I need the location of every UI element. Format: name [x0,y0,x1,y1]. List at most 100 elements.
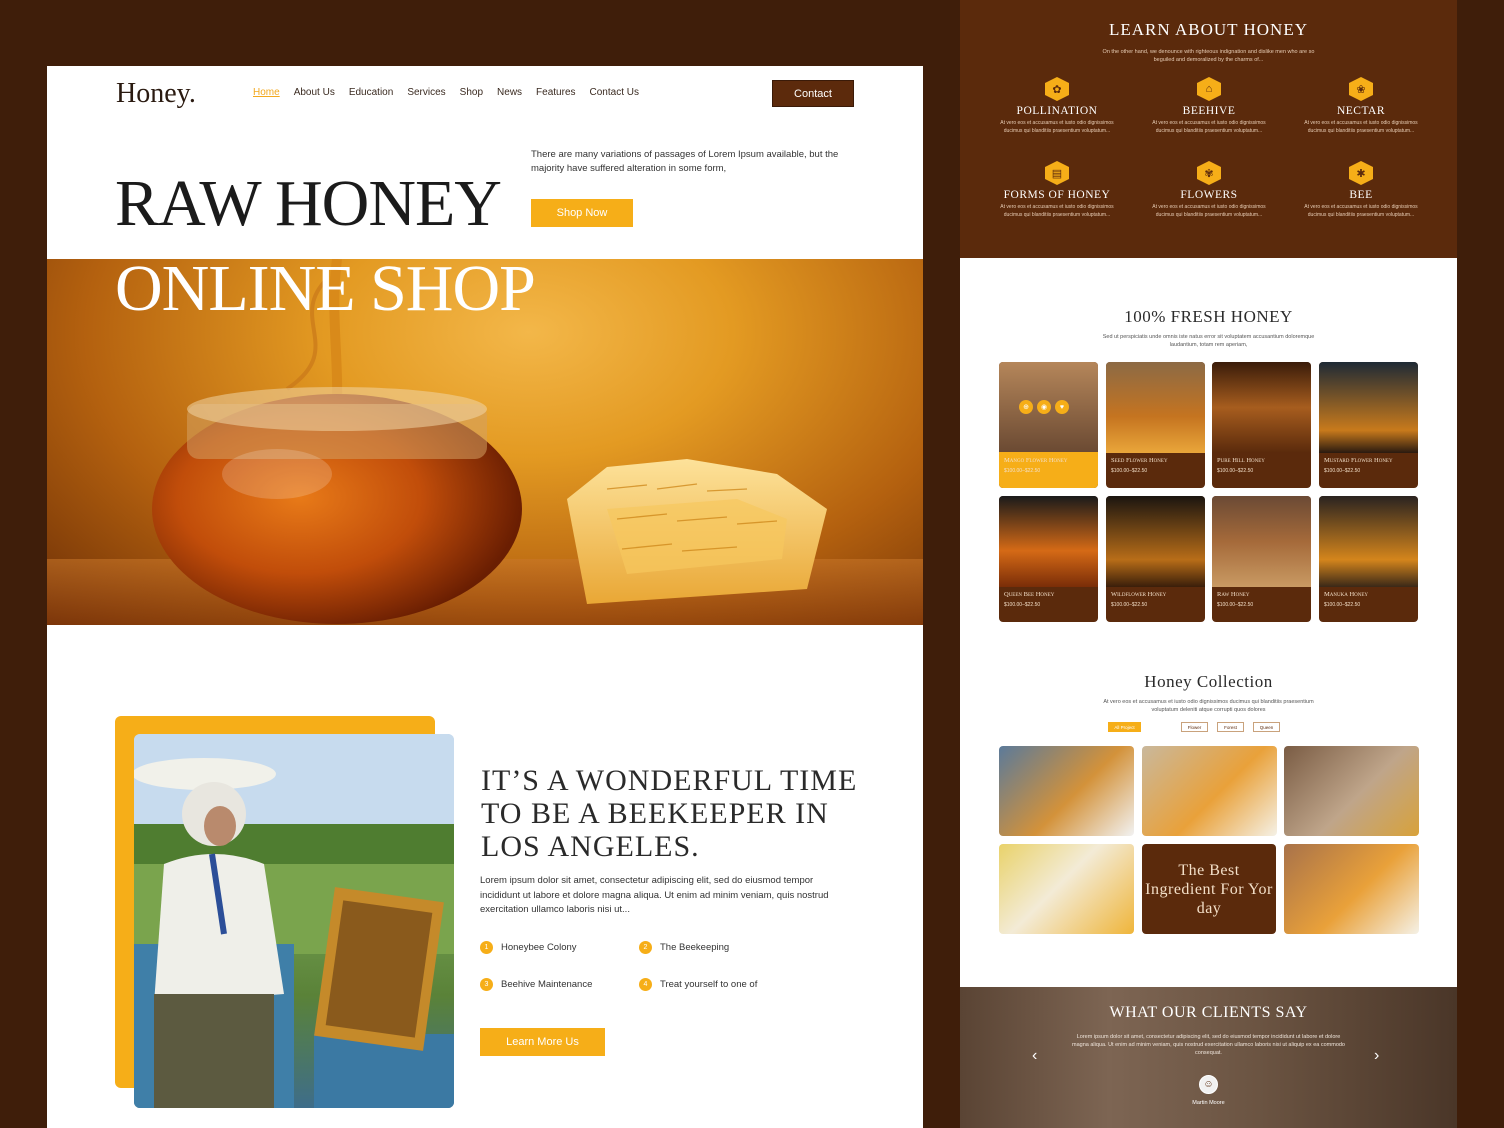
bee-icon: ✱ [1349,161,1373,185]
feature-item-3: 3 Beehive Maintenance [480,978,592,991]
topic-bee[interactable]: ✱ BEE At vero eos et accusamus et iusto … [1301,161,1421,219]
gallery-image[interactable] [1284,844,1419,934]
nav-about[interactable]: About Us [294,87,335,98]
filter-flower[interactable]: Flower [1181,722,1208,732]
collection-subtitle: At vero eos et accusamus et iusto odio d… [1103,699,1314,713]
fresh-honey-subtitle: Sed ut perspiciatis unde omnis iste natu… [1102,334,1315,348]
about-title: IT’S A WONDERFUL TIME TO BE A BEEKEEPER … [481,764,858,863]
topic-title: BEE [1349,189,1373,201]
product-image [1106,496,1205,587]
nectar-icon: ❀ [1349,77,1373,101]
product-price: $100.00–$22.50 [1324,468,1361,474]
product-name: Seed Flower Honey [1111,457,1168,464]
product-card[interactable]: Queen Bee Honey $100.00–$22.50 [999,496,1098,622]
product-image [1106,362,1205,453]
nav-home[interactable]: Home [253,87,280,98]
filter-forest[interactable]: Forest [1217,722,1244,732]
product-name: Queen Bee Honey [1004,591,1055,598]
collection-title: Honey Collection [1144,672,1273,691]
topic-title: BEEHIVE [1182,105,1236,117]
feature-label: Beehive Maintenance [501,979,593,990]
product-image [999,496,1098,587]
topic-beehive[interactable]: ⌂ BEEHIVE At vero eos et accusamus et iu… [1149,77,1269,135]
main-nav: Home About Us Education Services Shop Ne… [253,87,639,98]
topic-pollination[interactable]: ✿ POLLINATION At vero eos et accusamus e… [997,77,1117,135]
topic-nectar[interactable]: ❀ NECTAR At vero eos et accusamus et ius… [1301,77,1421,135]
honey-jar-icon: ▤ [1045,161,1069,185]
product-actions: ⊕ ◉ ♥ [1019,400,1069,414]
site-logo[interactable]: Honey. [116,78,196,110]
learn-about-honey-section: LEARN ABOUT HONEY On the other hand, we … [960,0,1457,258]
view-icon[interactable]: ◉ [1037,400,1051,414]
heart-icon[interactable]: ♥ [1055,400,1069,414]
gallery-image[interactable] [999,844,1134,934]
feature-number: 3 [480,978,493,991]
product-card[interactable]: Seed Flower Honey $100.00–$22.50 [1106,362,1205,488]
testimonials-section: WHAT OUR CLIENTS SAY Lorem ipsum dolor s… [960,987,1457,1128]
feature-item-4: 4 Treat yourself to one of [639,978,757,991]
product-card[interactable]: Wildflower Honey $100.00–$22.50 [1106,496,1205,622]
fresh-honey-title: 100% FRESH HONEY [1124,307,1293,326]
feature-label: Honeybee Colony [501,942,577,953]
landing-page-left: Honey. Home About Us Education Services … [47,66,923,1128]
product-price: $100.00–$22.50 [1004,602,1041,608]
topic-flowers[interactable]: ✾ FLOWERS At vero eos et accusamus et iu… [1149,161,1269,219]
gallery-image[interactable] [1142,746,1277,836]
feature-label: The Beekeeping [660,942,730,953]
feature-number: 1 [480,941,493,954]
filter-queen[interactable]: Queen [1253,722,1280,732]
product-price: $100.00–$22.50 [1004,468,1041,474]
product-name: Wildflower Honey [1111,591,1167,598]
product-image [1212,496,1311,587]
nav-shop[interactable]: Shop [460,87,483,98]
nav-education[interactable]: Education [349,87,393,98]
gallery-image[interactable] [999,746,1134,836]
product-name: Pure Hill Honey [1217,457,1265,464]
topic-description: At vero eos et accusamus et iusto odio d… [1152,204,1266,218]
cart-icon[interactable]: ⊕ [1019,400,1033,414]
product-card[interactable]: Raw Honey $100.00–$22.50 [1212,496,1311,622]
nav-features[interactable]: Features [536,87,575,98]
filter-all-project[interactable]: All Project [1108,722,1141,732]
product-card[interactable]: Pure Hill Honey $100.00–$22.50 [1212,362,1311,488]
product-card[interactable]: Mustard Flower Honey $100.00–$22.50 [1319,362,1418,488]
about-text: Lorem ipsum dolor sit amet, consectetur … [480,875,829,915]
topic-title: NECTAR [1336,105,1386,117]
feature-item-1: 1 Honeybee Colony [480,941,577,954]
feature-number: 2 [639,941,652,954]
topic-description: At vero eos et accusamus et iusto odio d… [1000,204,1114,218]
product-price: $100.00–$22.50 [1324,602,1361,608]
testimonial-author: Martin Moore [1192,1100,1225,1106]
testimonial-quote: Lorem ipsum dolor sit amet, consectetur … [1072,1034,1345,1056]
topic-forms-of-honey[interactable]: ▤ FORMS OF HONEY At vero eos et accusamu… [997,161,1117,219]
contact-button[interactable]: Contact [772,80,854,107]
hero-title-line1: RAW HONEY [115,167,502,240]
shop-now-button[interactable]: Shop Now [531,199,633,227]
learn-title: LEARN ABOUT HONEY [1109,20,1308,39]
product-name: Mustard Flower Honey [1324,457,1393,464]
topic-title: FORMS OF HONEY [1003,189,1111,201]
product-card[interactable]: ⊕ ◉ ♥ Mango Flower Honey $100.00–$22.50 [999,362,1098,488]
nav-news[interactable]: News [497,87,522,98]
nav-services[interactable]: Services [407,87,445,98]
gallery-image[interactable] [1284,746,1419,836]
hero-description: There are many variations of passages of… [531,149,839,174]
topic-description: At vero eos et accusamus et iusto odio d… [1152,120,1266,134]
product-image [1319,496,1418,587]
topic-description: At vero eos et accusamus et iusto odio d… [1000,120,1114,134]
chevron-right-icon[interactable]: › [1374,1047,1379,1065]
product-price: $100.00–$22.50 [1111,468,1148,474]
landing-page-right: LEARN ABOUT HONEY On the other hand, we … [960,0,1457,1128]
avatar: ☺ [1199,1075,1218,1094]
collection-promo: The Best Ingredient For Yor day [1142,844,1276,934]
feature-number: 4 [639,978,652,991]
topic-description: At vero eos et accusamus et iusto odio d… [1304,120,1418,134]
chevron-left-icon[interactable]: ‹ [1032,1047,1037,1065]
nav-contact[interactable]: Contact Us [590,87,639,98]
product-name: Mango Flower Honey [1004,457,1068,464]
product-image [1212,362,1311,453]
topic-title: POLLINATION [1016,105,1098,117]
product-card[interactable]: Manuka Honey $100.00–$22.50 [1319,496,1418,622]
product-price: $100.00–$22.50 [1111,602,1148,608]
learn-more-button[interactable]: Learn More Us [480,1028,605,1056]
